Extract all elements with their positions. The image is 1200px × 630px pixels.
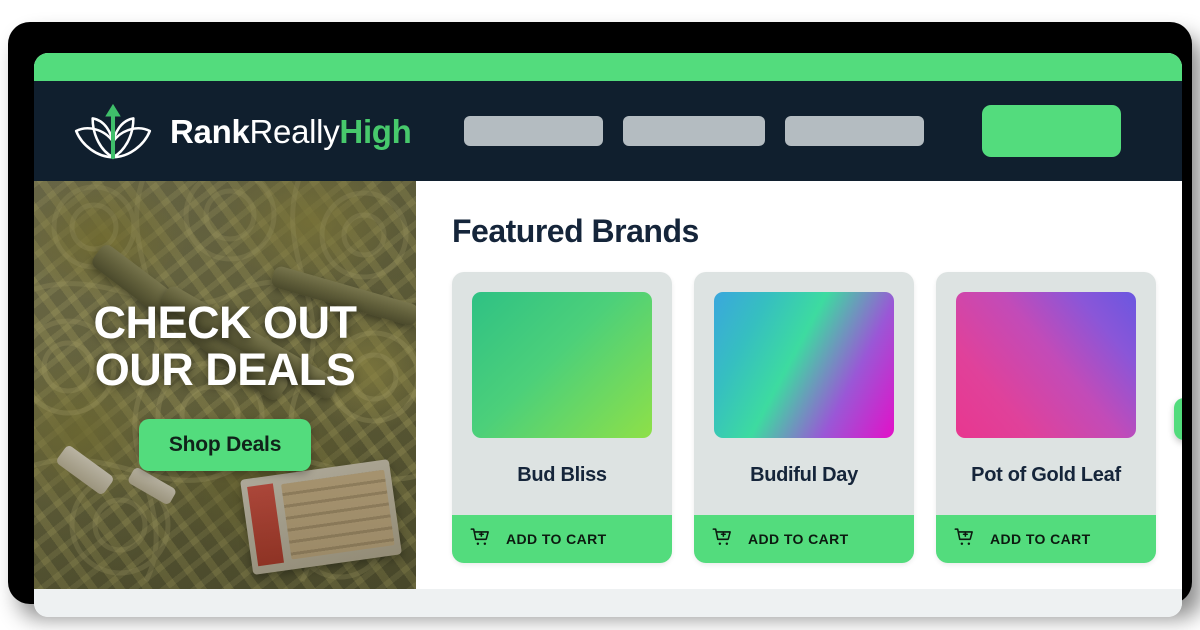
carousel-next-button[interactable] bbox=[1174, 398, 1182, 440]
header-cta-button-placeholder[interactable] bbox=[981, 105, 1121, 157]
shop-deals-button[interactable]: Shop Deals bbox=[138, 419, 312, 472]
brand-word-really: Really bbox=[249, 112, 340, 150]
product-card[interactable]: Pot of Gold Leaf ADD TO CART bbox=[936, 272, 1156, 563]
primary-nav bbox=[463, 116, 924, 146]
add-to-cart-button[interactable]: ADD TO CART bbox=[936, 515, 1156, 563]
featured-brands-carousel: Bud Bliss ADD TO CART Budiful Day ADD TO… bbox=[452, 272, 1182, 563]
footer-strip bbox=[34, 589, 1182, 617]
product-card[interactable]: Budiful Day ADD TO CART bbox=[694, 272, 914, 563]
browser-viewport: RankReallyHigh CHECK OUT OUR DEALS Shop … bbox=[34, 53, 1182, 617]
product-name: Bud Bliss bbox=[517, 464, 607, 486]
product-name: Budiful Day bbox=[750, 464, 858, 486]
device-frame: RankReallyHigh CHECK OUT OUR DEALS Shop … bbox=[8, 22, 1192, 617]
product-card[interactable]: Bud Bliss ADD TO CART bbox=[452, 272, 672, 563]
add-to-cart-label: ADD TO CART bbox=[990, 531, 1091, 547]
product-name: Pot of Gold Leaf bbox=[971, 464, 1121, 486]
hero-headline: CHECK OUT OUR DEALS bbox=[93, 296, 358, 395]
product-image bbox=[714, 292, 894, 438]
site-header: RankReallyHigh bbox=[34, 81, 1182, 181]
deals-hero-banner[interactable]: CHECK OUT OUR DEALS Shop Deals bbox=[34, 181, 416, 589]
brand-word-high: High bbox=[339, 112, 412, 150]
cart-plus-icon bbox=[470, 527, 492, 552]
add-to-cart-button[interactable]: ADD TO CART bbox=[694, 515, 914, 563]
brand-wordmark: RankReallyHigh bbox=[170, 115, 412, 148]
main-content: CHECK OUT OUR DEALS Shop Deals Featured … bbox=[34, 181, 1182, 589]
brand-logo[interactable]: RankReallyHigh bbox=[72, 99, 412, 163]
nav-item-3-placeholder[interactable] bbox=[784, 116, 924, 146]
cart-plus-icon bbox=[712, 527, 734, 552]
brand-word-rank: Rank bbox=[170, 112, 250, 150]
featured-brands-heading: Featured Brands bbox=[452, 213, 699, 249]
nav-item-1-placeholder[interactable] bbox=[463, 116, 603, 146]
product-image bbox=[956, 292, 1136, 438]
product-image bbox=[472, 292, 652, 438]
featured-brands-section: Featured Brands Bud Bliss ADD TO CART Bu… bbox=[416, 181, 1182, 589]
add-to-cart-label: ADD TO CART bbox=[748, 531, 849, 547]
cart-plus-icon bbox=[954, 527, 976, 552]
add-to-cart-label: ADD TO CART bbox=[506, 531, 607, 547]
add-to-cart-button[interactable]: ADD TO CART bbox=[452, 515, 672, 563]
top-accent-bar bbox=[34, 53, 1182, 81]
cannabis-leaf-arrow-icon bbox=[72, 99, 154, 163]
screenshot-stage: RankReallyHigh CHECK OUT OUR DEALS Shop … bbox=[0, 0, 1200, 630]
nav-item-2-placeholder[interactable] bbox=[622, 116, 765, 146]
